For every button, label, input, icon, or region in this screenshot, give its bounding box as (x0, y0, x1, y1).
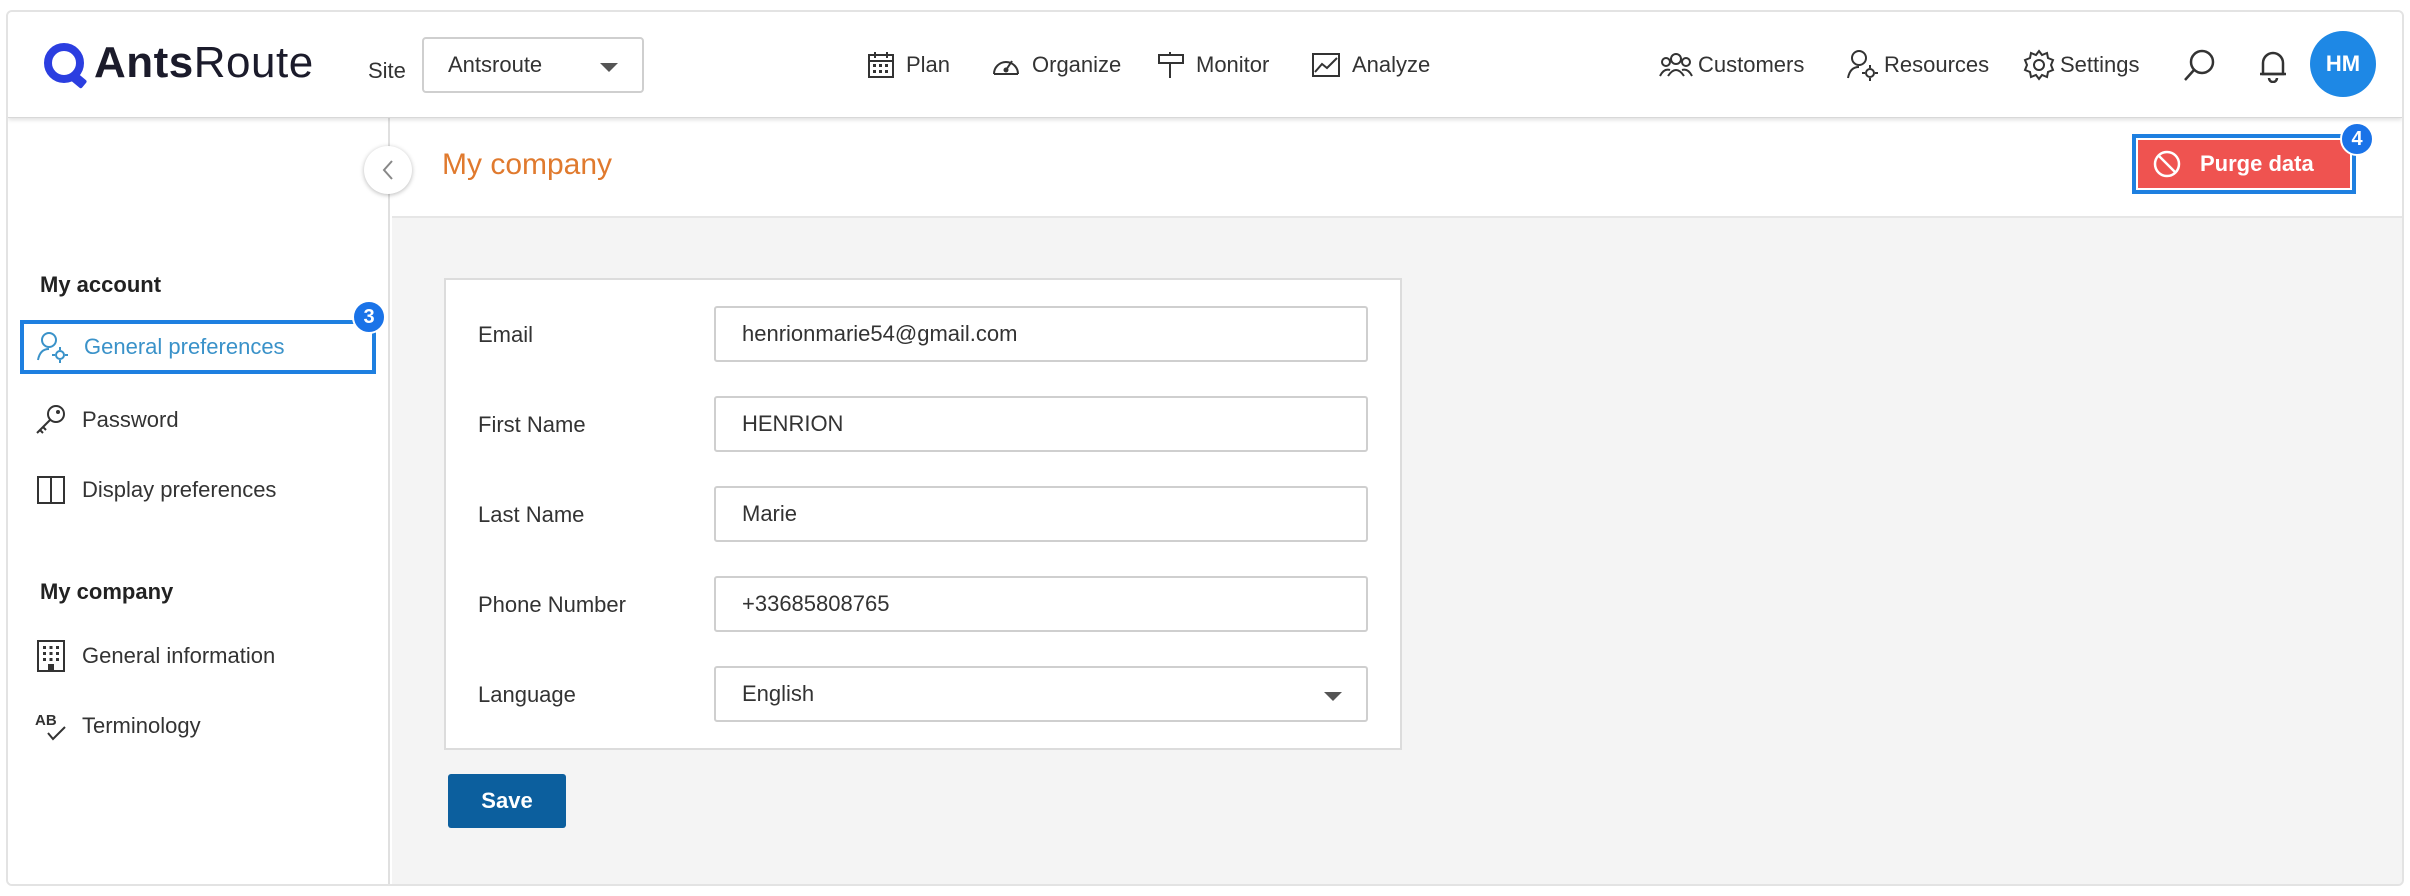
email-label: Email (478, 322, 534, 347)
user-avatar[interactable]: HM (2310, 31, 2376, 97)
email-value: henrionmarie54@gmail.com (742, 321, 1018, 346)
chart-icon (1312, 53, 1340, 77)
purge-data-button[interactable]: Purge data (2138, 140, 2350, 188)
user-gear-icon (1847, 50, 1878, 81)
page-header: My company Purge data 4 (392, 118, 2402, 218)
site-label: Site (368, 58, 406, 83)
language-select[interactable]: English (714, 666, 1368, 722)
nav-plan[interactable]: Plan (866, 12, 950, 118)
logo-icon (44, 43, 84, 83)
notifications-button[interactable] (2258, 12, 2288, 118)
purge-highlight: Purge data (2132, 134, 2356, 194)
step-badge: 4 (2340, 122, 2374, 156)
columns-icon (37, 476, 65, 504)
sidebar-item-display-preferences[interactable]: Display preferences (34, 466, 276, 514)
sidebar-item-password[interactable]: Password (34, 396, 179, 444)
calendar-icon (868, 52, 894, 78)
email-field[interactable]: henrionmarie54@gmail.com (714, 306, 1368, 362)
sidebar-item-label: General information (82, 643, 276, 668)
nav-analyze-label: Analyze (1352, 52, 1431, 77)
key-icon (36, 405, 65, 434)
sidebar-item-label: Terminology (82, 713, 201, 738)
search-icon (2184, 49, 2215, 81)
settings-sidebar: My account General preferences 3 Passwor… (8, 118, 390, 884)
nav-analyze[interactable]: Analyze (1310, 12, 1430, 118)
logo-text: AntsRoute (94, 38, 314, 87)
search-button[interactable] (2182, 12, 2218, 118)
language-label: Language (478, 682, 576, 707)
nav-organize[interactable]: Organize (990, 12, 1121, 118)
nav-plan-label: Plan (906, 52, 951, 77)
gear-icon (2023, 49, 2055, 81)
nav-settings-label: Settings (2060, 52, 2140, 77)
svg-text:AB: AB (35, 712, 57, 729)
ban-icon (2153, 150, 2181, 178)
first-name-label: First Name (478, 412, 586, 437)
nav-customers[interactable]: Customers (1658, 12, 1804, 118)
first-name-field[interactable]: HENRION (714, 396, 1368, 452)
page-title: My company (442, 148, 613, 181)
my-company-title: My company (40, 579, 174, 604)
sidebar-item-terminology[interactable]: AB Terminology (34, 702, 201, 750)
sidebar-item-label: Display preferences (82, 477, 277, 502)
main-content: My company Purge data 4 Email henrionmar… (392, 118, 2402, 884)
nav-settings[interactable]: Settings (2022, 12, 2140, 118)
antsroute-logo[interactable]: AntsRoute (44, 38, 314, 88)
nav-monitor-label: Monitor (1196, 52, 1270, 77)
phone-value: +33685808765 (742, 591, 890, 616)
site-select[interactable]: Antsroute (422, 37, 644, 93)
nav-resources-label: Resources (1884, 52, 1990, 77)
site-select-value: Antsroute (448, 52, 543, 77)
gauge-icon (993, 60, 1019, 75)
top-navigation-bar: AntsRoute Site Antsroute Plan Organize M… (8, 12, 2402, 118)
nav-monitor[interactable]: Monitor (1156, 12, 1269, 118)
app-window: AntsRoute Site Antsroute Plan Organize M… (6, 10, 2404, 886)
collapse-sidebar-button[interactable] (364, 146, 412, 194)
phone-field[interactable]: +33685808765 (714, 576, 1368, 632)
step-badge: 3 (352, 300, 386, 334)
user-gear-icon (37, 332, 68, 363)
sidebar-item-label: Password (82, 407, 179, 432)
language-value: English (742, 681, 815, 706)
bell-icon (2260, 51, 2286, 83)
chevron-down-icon (600, 63, 618, 72)
building-icon (37, 640, 65, 672)
spellcheck-icon: AB (35, 712, 66, 741)
chevron-down-icon (1324, 692, 1342, 701)
first-name-value: HENRION (742, 411, 844, 436)
last-name-label: Last Name (478, 502, 585, 527)
phone-label: Phone Number (478, 592, 626, 617)
preferences-form: Email henrionmarie54@gmail.com First Nam… (444, 278, 1402, 750)
sidebar-item-label: General preferences (84, 334, 285, 359)
chevron-left-icon (382, 160, 393, 180)
save-button[interactable]: Save (448, 774, 566, 828)
my-account-title: My account (40, 272, 162, 297)
last-name-value: Marie (742, 501, 798, 526)
last-name-field[interactable]: Marie (714, 486, 1368, 542)
customers-icon (1659, 53, 1693, 77)
nav-organize-label: Organize (1032, 52, 1122, 77)
nav-customers-label: Customers (1698, 52, 1805, 77)
sidebar-item-general-preferences[interactable]: General preferences (20, 320, 376, 374)
sidebar-item-general-information[interactable]: General information (34, 632, 275, 680)
purge-data-label: Purge data (2200, 151, 2314, 176)
signpost-icon (1158, 52, 1184, 78)
nav-resources[interactable]: Resources (1846, 12, 1989, 118)
